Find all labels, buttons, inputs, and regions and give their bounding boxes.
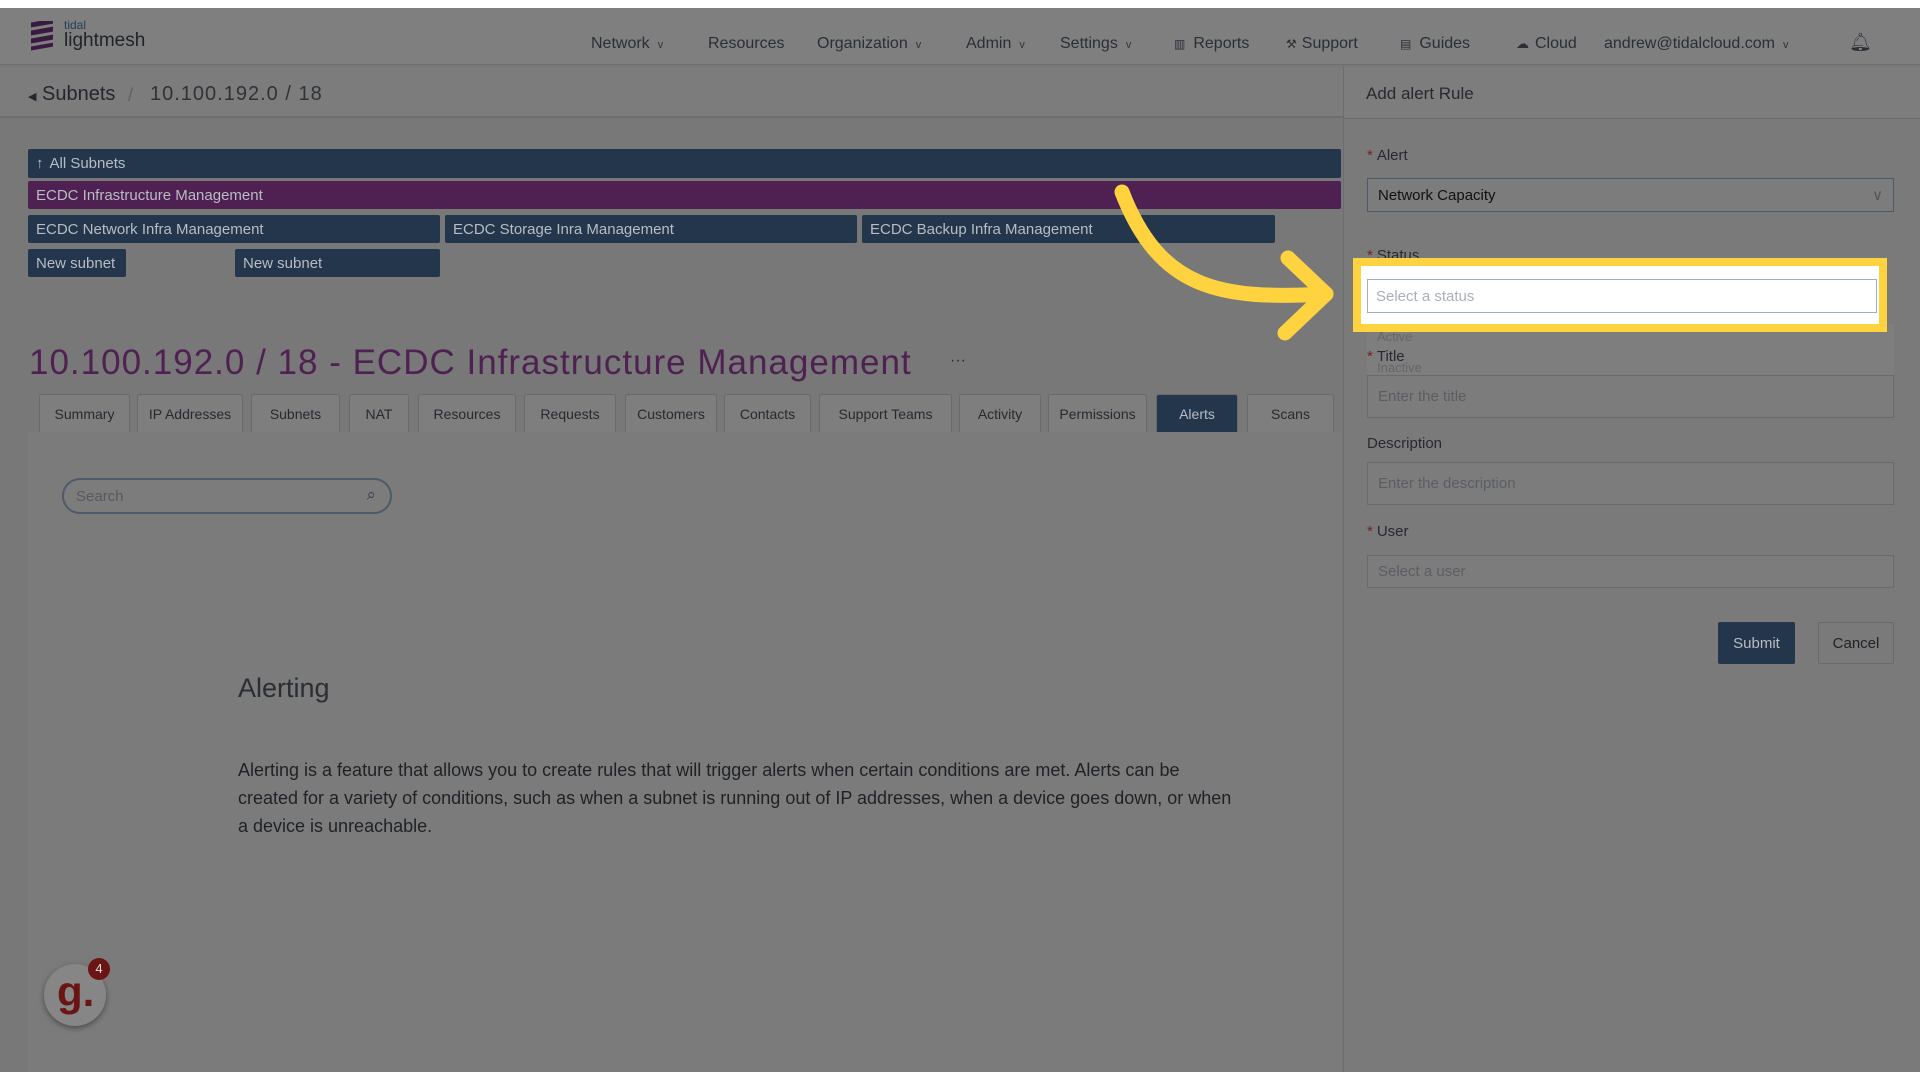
nav-organization[interactable]: Organization v xyxy=(817,35,921,53)
bell-icon[interactable]: 🔔︎ xyxy=(1849,32,1872,53)
nav-cloud[interactable]: ☁ Cloud xyxy=(1516,35,1577,53)
notification-badge: 4 xyxy=(88,958,110,980)
title-label: * Title xyxy=(1367,348,1405,365)
page-title: 10.100.192.0 / 18 - ECDC Infrastructure … xyxy=(29,343,912,382)
logo-icon xyxy=(31,21,53,51)
title-input[interactable]: Enter the title xyxy=(1367,375,1894,418)
breadcrumb-current: 10.100.192.0 / 18 xyxy=(150,83,323,105)
chevron-down-icon: v xyxy=(1783,39,1789,51)
chevron-down-icon: v xyxy=(657,39,664,51)
nav-network[interactable]: Network v xyxy=(591,35,663,53)
tab-subnets[interactable]: Subnets xyxy=(251,394,340,432)
nav-reports[interactable]: ▥ Reports xyxy=(1174,35,1249,53)
breadcrumb-back[interactable]: ◀ Subnets xyxy=(28,83,115,106)
new-subnet-block[interactable]: New subnet xyxy=(235,249,440,277)
search-placeholder: Search xyxy=(76,488,124,505)
alerting-heading: Alerting xyxy=(238,673,330,703)
help-widget-logo: g. xyxy=(57,968,95,1015)
alert-label: * Alert xyxy=(1367,147,1408,164)
nav-admin[interactable]: Admin v xyxy=(966,35,1025,53)
nav-user-menu[interactable]: andrew@tidalcloud.com v xyxy=(1604,35,1789,53)
tab-scans[interactable]: Scans xyxy=(1247,394,1334,432)
tree-child-subnet[interactable]: ECDC Backup Infra Management xyxy=(862,215,1275,243)
alert-select[interactable]: Network Capacity ∨ xyxy=(1367,178,1894,212)
description-label: Description xyxy=(1367,435,1443,452)
description-input[interactable]: Enter the description xyxy=(1367,462,1894,505)
top-nav: tidal lightmesh Network v Resources Organ… xyxy=(0,8,1920,65)
user-select[interactable]: Select a user xyxy=(1367,555,1894,588)
book-icon: ▤ xyxy=(1400,37,1412,51)
alerting-description: Alerting is a feature that allows you to… xyxy=(238,760,1232,836)
chevron-down-icon: ∨ xyxy=(1872,187,1883,204)
tab-alerts[interactable]: Alerts xyxy=(1156,394,1238,432)
nav-settings[interactable]: Settings v xyxy=(1060,35,1131,53)
tab-summary[interactable]: Summary xyxy=(39,394,130,432)
cloud-icon: ☁ xyxy=(1516,36,1529,51)
tab-support-teams[interactable]: Support Teams xyxy=(819,394,952,432)
breadcrumb-sep: / xyxy=(128,85,134,105)
cancel-button[interactable]: Cancel xyxy=(1818,622,1894,664)
nav-resources[interactable]: Resources xyxy=(708,35,784,53)
tab-contacts[interactable]: Contacts xyxy=(724,394,811,432)
nav-support[interactable]: ⚒ Support xyxy=(1286,35,1358,53)
tab-content xyxy=(28,432,1341,1072)
tab-requests[interactable]: Requests xyxy=(524,394,616,432)
tab-customers[interactable]: Customers xyxy=(625,394,717,432)
chevron-down-icon: v xyxy=(915,39,922,51)
more-options-icon[interactable]: ··· xyxy=(950,352,966,370)
tab-ip-addresses[interactable]: IP Addresses xyxy=(137,394,243,432)
tab-resources[interactable]: Resources xyxy=(418,394,516,432)
tab-permissions[interactable]: Permissions xyxy=(1048,394,1147,432)
tab-nat[interactable]: NAT xyxy=(349,394,409,432)
tree-child-subnet[interactable]: ECDC Network Infra Management xyxy=(28,215,440,243)
tree-all-subnets[interactable]: ↑ All Subnets xyxy=(28,149,1341,178)
bar-chart-icon: ▥ xyxy=(1174,37,1186,51)
nav-guides[interactable]: ▤ Guides xyxy=(1400,35,1470,53)
brand-name: lightmesh xyxy=(64,30,146,51)
breadcrumb: ◀ Subnets / 10.100.192.0 / 18 xyxy=(0,67,1343,118)
tab-activity[interactable]: Activity xyxy=(959,394,1041,432)
search-icon[interactable]: ⌕ xyxy=(366,485,376,505)
submit-button[interactable]: Submit xyxy=(1718,622,1795,664)
wrench-icon: ⚒ xyxy=(1286,37,1297,51)
arrow-up-icon: ↑ xyxy=(36,155,44,172)
tree-child-subnet[interactable]: ECDC Storage Inra Management xyxy=(445,215,857,243)
search-input[interactable]: Search ⌕ xyxy=(62,478,392,514)
help-widget[interactable]: g. 4 xyxy=(44,958,110,1026)
new-subnet-block[interactable]: New subnet xyxy=(28,249,126,277)
panel-title: Add alert Rule xyxy=(1366,84,1474,103)
chevron-down-icon: v xyxy=(1125,39,1132,51)
chevron-left-icon: ◀ xyxy=(28,91,37,103)
status-select[interactable]: Select a status xyxy=(1367,279,1877,313)
tree-parent-subnet[interactable]: ECDC Infrastructure Management xyxy=(28,181,1341,209)
user-label: * User xyxy=(1367,523,1409,540)
chevron-down-icon: v xyxy=(1019,39,1025,51)
